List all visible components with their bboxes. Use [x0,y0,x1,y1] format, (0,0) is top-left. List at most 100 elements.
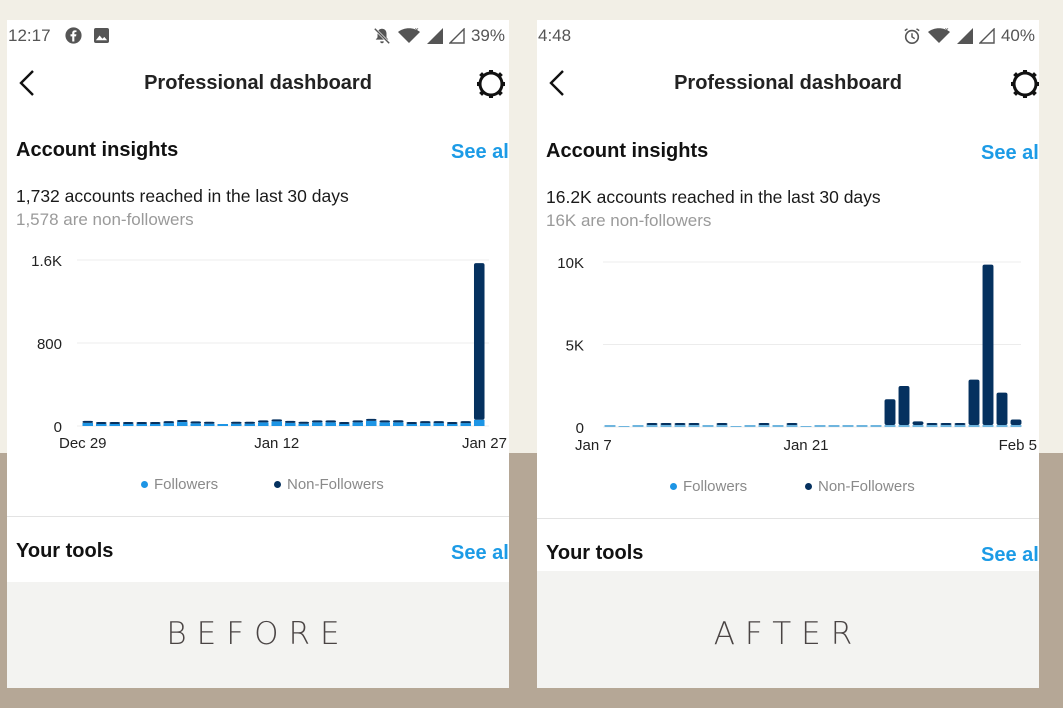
bar-non-followers [163,421,175,424]
followers-dot-icon [670,483,677,490]
bar-followers [814,425,826,427]
bar-non-followers [1010,419,1022,425]
x-tick-label: Jan 12 [254,435,299,452]
facebook-icon [65,27,82,44]
insights-see-all-link[interactable]: See all [981,142,1039,165]
y-tick-label: 1.6K [31,253,62,270]
bar-non-followers [446,422,458,424]
bar-non-followers [433,421,445,424]
bar-followers [433,423,445,426]
bar-non-followers [758,423,770,425]
bar-followers [730,426,742,427]
bar-followers [632,425,644,427]
bar-followers [257,422,269,426]
caption-after: AFTER [713,616,863,652]
bar-non-followers [473,263,485,420]
bar-followers [968,425,980,427]
bar-followers [244,423,256,426]
bar-followers [136,424,148,426]
status-bar: 4:48 x 40% [537,26,1039,48]
bar-followers [365,420,377,426]
bar-followers [149,424,161,426]
caption-card: BEFORE [7,582,509,688]
bar-followers [230,423,242,426]
bar-followers [203,423,215,426]
bar-non-followers [82,420,94,423]
legend-followers: Followers [670,478,747,495]
legend-followers: Followers [141,476,218,493]
bar-followers [912,425,924,427]
bar-followers [954,425,966,427]
bar-followers [758,425,770,427]
bar-non-followers [257,420,269,423]
bar-non-followers [365,418,377,421]
wifi-icon: x [397,27,420,43]
bar-followers [1010,425,1022,427]
bar-followers [926,425,938,427]
top-nav: Professional dashboard [7,64,509,104]
bar-non-followers [122,422,134,424]
bar-non-followers [379,420,391,423]
bar-followers [940,425,952,427]
caption-card: AFTER [537,571,1039,688]
bar-followers [392,422,404,426]
bar-followers [842,425,854,427]
reach-chart: 0 800 1.6K Dec 29 Jan 12 Jan 27 [7,248,509,458]
signal-empty-icon [448,28,465,44]
bar-non-followers [149,422,161,424]
gear-icon[interactable] [475,68,507,100]
bar-non-followers [271,419,283,422]
bar-followers [870,425,882,427]
legend-non-followers-label: Non-Followers [287,476,384,493]
insights-see-all-link[interactable]: See all [451,141,509,164]
bar-followers [982,425,994,427]
status-time: 4:48 [538,26,572,45]
tools-see-all-link[interactable]: See all [981,544,1039,567]
bar-followers [406,424,418,426]
bar-non-followers [940,423,952,425]
bar-non-followers [311,420,323,423]
bell-off-icon [373,27,391,45]
bar-non-followers [176,420,188,423]
bar-followers [604,425,616,427]
reach-bar-chart: 0 5K 10K Jan 7 Jan 21 Feb 5 [557,255,1037,454]
bar-followers [284,422,296,426]
svg-text:x: x [945,27,949,34]
accounts-reached-text: 16.2K accounts reached in the last 30 da… [546,187,881,207]
alarm-icon [904,28,920,45]
bar-followers [352,422,364,426]
bar-followers [674,425,686,427]
phone-screenshot-after: 4:48 x 40% Professional dashboard Accoun… [537,20,1039,688]
y-tick-label: 5K [566,338,584,355]
bar-non-followers [912,421,924,425]
bar-non-followers [660,423,672,425]
legend-non-followers: Non-Followers [805,478,915,495]
bar-non-followers [646,423,658,425]
status-bar: 12:17 x 39% [7,26,509,48]
your-tools-title: Your tools [546,542,644,564]
bar-non-followers [284,420,296,423]
signal-empty-icon [978,28,995,44]
non-followers-dot-icon [274,481,281,488]
legend-non-followers-label: Non-Followers [818,478,915,495]
bar-non-followers [406,422,418,424]
gear-icon[interactable] [1009,68,1039,100]
bar-non-followers [109,422,121,424]
bar-non-followers [325,420,337,423]
y-tick-label: 10K [557,255,584,272]
bar-followers [786,425,798,427]
bar-followers [217,424,229,426]
chart-legend: Followers Non-Followers [7,476,509,496]
reach-bar-chart: 0 800 1.6K Dec 29 Jan 12 Jan 27 [31,253,507,452]
bar-followers [176,422,188,426]
bar-non-followers [419,421,431,424]
bar-followers [82,422,94,426]
bar-followers [772,425,784,427]
accounts-reached-text: 1,732 accounts reached in the last 30 da… [16,186,349,206]
reach-chart: 0 5K 10K Jan 7 Jan 21 Feb 5 [537,248,1039,458]
y-tick-label: 0 [576,420,584,437]
bar-followers [646,425,658,427]
bar-followers [122,424,134,426]
image-icon [94,28,109,43]
tools-see-all-link[interactable]: See all [451,542,509,565]
